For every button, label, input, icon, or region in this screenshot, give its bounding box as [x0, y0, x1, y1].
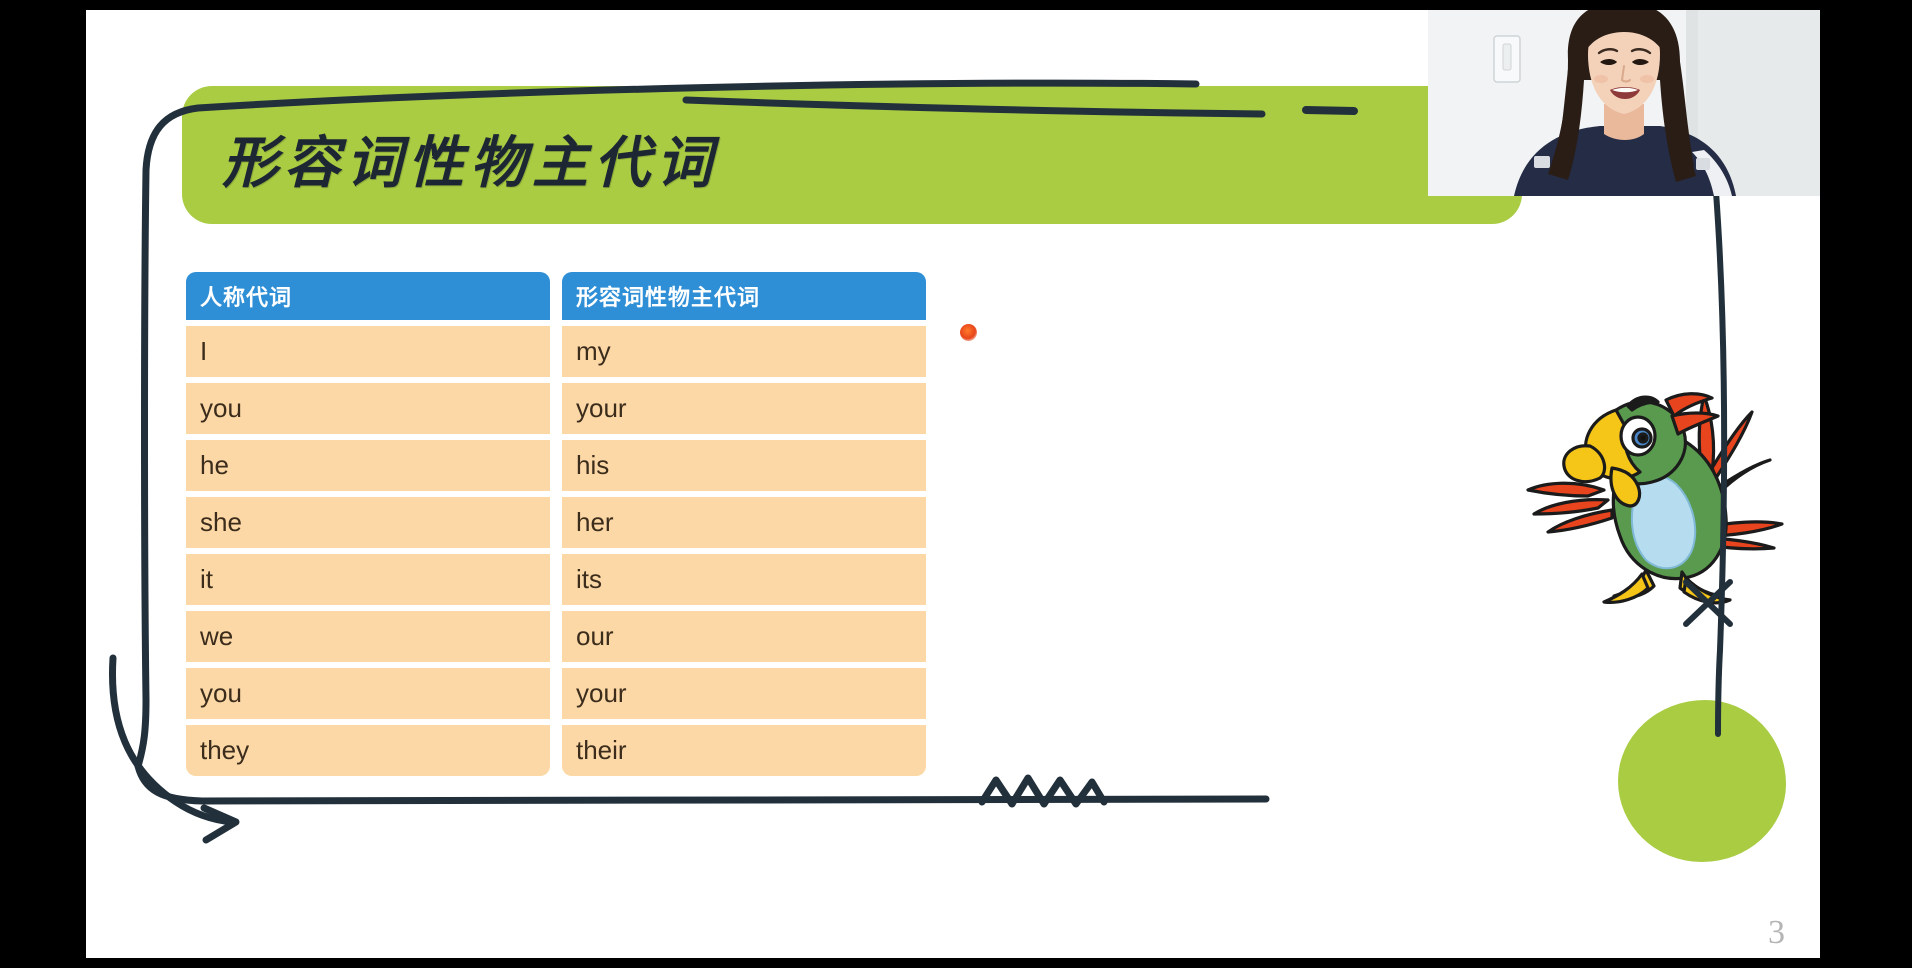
table-row: you your: [186, 383, 926, 434]
page-number: 3: [1768, 914, 1785, 951]
table-cell-pronoun: we: [186, 611, 550, 662]
presenter-webcam[interactable]: [1428, 0, 1822, 196]
table-cell-possessive: my: [562, 326, 926, 377]
table-cell-possessive: our: [562, 611, 926, 662]
table-row: they their: [186, 725, 926, 776]
table-cell-pronoun: they: [186, 725, 550, 776]
letterbox-bar-left: [0, 0, 86, 968]
table-cell-possessive: his: [562, 440, 926, 491]
laser-pointer-dot: [960, 324, 977, 341]
table-cell-pronoun: she: [186, 497, 550, 548]
table-row: you your: [186, 668, 926, 719]
table-header-row: 人称代词 形容词性物主代词: [186, 272, 926, 320]
table-row: he his: [186, 440, 926, 491]
table-row: it its: [186, 554, 926, 605]
letterbox-bar-top: [0, 0, 1912, 10]
table-row: she her: [186, 497, 926, 548]
table-cell-possessive: its: [562, 554, 926, 605]
parrot-mascot-icon: [1516, 340, 1816, 640]
table-cell-possessive: your: [562, 383, 926, 434]
table-cell-possessive: her: [562, 497, 926, 548]
table-cell-possessive: your: [562, 668, 926, 719]
hand-drawn-arrow-head: [200, 804, 240, 844]
page-title: 形容词性物主代词: [222, 133, 718, 195]
green-blob-shape: [1618, 700, 1786, 862]
table-cell-pronoun: I: [186, 326, 550, 377]
table-cell-possessive: their: [562, 725, 926, 776]
pronoun-table: 人称代词 形容词性物主代词 I my you your he his she h…: [186, 272, 926, 782]
table-cell-pronoun: it: [186, 554, 550, 605]
table-cell-pronoun: you: [186, 668, 550, 719]
letterbox-bar-right: [1820, 0, 1912, 968]
screen: 形容词性物主代词 人称代词 形容词性物主代词 I my you your he …: [0, 0, 1912, 968]
table-header-possessive-adjective: 形容词性物主代词: [562, 272, 926, 320]
hand-drawn-squiggle: [978, 774, 1108, 808]
table-header-personal-pronoun: 人称代词: [186, 272, 550, 320]
table-cell-pronoun: you: [186, 383, 550, 434]
table-row: we our: [186, 611, 926, 662]
table-row: I my: [186, 326, 926, 377]
letterbox-bar-bottom: [0, 958, 1912, 968]
table-cell-pronoun: he: [186, 440, 550, 491]
